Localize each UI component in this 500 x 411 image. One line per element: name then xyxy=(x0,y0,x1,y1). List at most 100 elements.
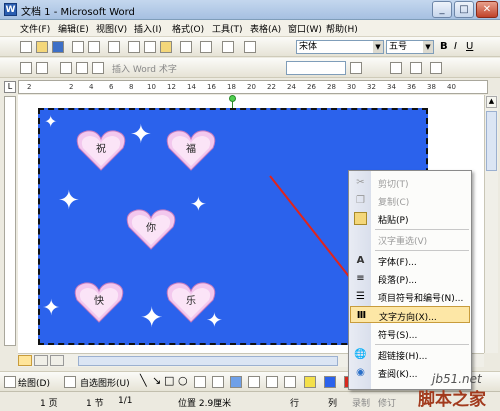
italic-button[interactable]: I xyxy=(454,41,457,52)
menu-help[interactable]: 帮助(H) xyxy=(326,22,358,35)
menu-table[interactable]: 表格(A) xyxy=(250,22,281,35)
paste-icon[interactable] xyxy=(160,41,172,53)
menu-item-symbol[interactable]: 符号(S)... xyxy=(350,325,470,342)
toolbar-icon[interactable] xyxy=(390,62,402,74)
line-color-icon[interactable] xyxy=(324,376,336,388)
sparkle-star-icon[interactable]: ✦ xyxy=(130,122,152,148)
menu-item-font[interactable]: A 字体(F)... xyxy=(350,252,470,269)
menu-item-paste[interactable]: 粘贴(P) xyxy=(350,210,470,227)
sparkle-star-icon[interactable]: ✦ xyxy=(58,188,80,214)
menu-item-paragraph[interactable]: ≡ 段落(P)... xyxy=(350,270,470,287)
menu-edit[interactable]: 编辑(E) xyxy=(58,22,89,35)
wordart-icon[interactable] xyxy=(230,376,242,388)
toolbar-icon[interactable] xyxy=(36,62,48,74)
vertical-textbox-icon[interactable] xyxy=(212,376,224,388)
oval-icon[interactable]: ○ xyxy=(178,374,188,387)
status-revisions[interactable]: 修订 xyxy=(378,396,396,409)
menu-tools[interactable]: 工具(T) xyxy=(212,22,243,35)
bold-button[interactable]: B xyxy=(440,41,448,52)
menu-item-bullets[interactable]: ☰ 项目符号和编号(N)... xyxy=(350,288,470,305)
menu-format[interactable]: 格式(O) xyxy=(172,22,204,35)
fill-color-icon[interactable] xyxy=(304,376,316,388)
diagram-icon[interactable] xyxy=(248,376,260,388)
menu-window[interactable]: 窗口(W) xyxy=(288,22,322,35)
menu-item-label: 文字方向(X)... xyxy=(379,313,437,323)
format-painter-icon[interactable] xyxy=(180,41,192,53)
draw-menu-button[interactable]: 绘图(D) xyxy=(18,376,50,389)
toolbar-icon[interactable] xyxy=(20,62,32,74)
toolbar-icon[interactable] xyxy=(92,62,104,74)
spelling-icon[interactable] xyxy=(108,41,120,53)
menu-insert[interactable]: 插入(I) xyxy=(134,22,162,35)
menu-item-text-direction[interactable]: Ⅲ 文字方向(X)... xyxy=(350,306,470,323)
tab-selector[interactable]: L xyxy=(4,81,16,93)
paragraph-icon: ≡ xyxy=(356,273,365,284)
redo-icon[interactable] xyxy=(222,41,234,53)
toolbar-icon[interactable] xyxy=(410,62,422,74)
heart-shape[interactable]: 快 xyxy=(73,280,125,324)
clipart-icon[interactable] xyxy=(266,376,278,388)
toolbar-icon[interactable] xyxy=(350,62,362,74)
rotation-handle[interactable] xyxy=(229,95,236,102)
new-icon[interactable] xyxy=(20,41,32,53)
font-select[interactable]: 宋体 ▼ xyxy=(296,40,384,54)
normal-view-icon[interactable] xyxy=(18,355,32,366)
menu-item-copy[interactable]: ❐ 复制(C) xyxy=(350,192,470,209)
picture-icon[interactable] xyxy=(284,376,296,388)
insert-wordart-button[interactable]: 插入 Word 术字 xyxy=(112,62,177,75)
menu-item-hyperlink[interactable]: 🌐 超链接(H)... xyxy=(350,346,470,363)
heart-shape[interactable]: 福 xyxy=(165,128,217,172)
sparkle-star-icon[interactable]: ✦ xyxy=(206,310,223,330)
menu-item-cut[interactable]: ✂ 剪切(T) xyxy=(350,174,470,191)
sparkle-star-icon[interactable]: ✦ xyxy=(190,194,207,214)
print-view-icon[interactable] xyxy=(50,355,64,366)
select-icon[interactable] xyxy=(64,376,76,388)
ruler-tick: 2 xyxy=(69,83,74,91)
sparkle-star-icon[interactable]: ✦ xyxy=(42,298,60,320)
sparkle-star-icon[interactable]: ✦ xyxy=(44,114,57,130)
close-button[interactable]: ✕ xyxy=(476,1,498,18)
ruler-tick: 38 xyxy=(427,83,436,91)
web-view-icon[interactable] xyxy=(34,355,48,366)
save-icon[interactable] xyxy=(52,41,64,53)
copy-icon[interactable] xyxy=(144,41,156,53)
word-app-icon[interactable]: W xyxy=(4,3,17,16)
status-line: 行 xyxy=(290,399,300,409)
cut-icon[interactable] xyxy=(128,41,140,53)
heart-label: 你 xyxy=(146,223,156,234)
textbox-icon[interactable] xyxy=(194,376,206,388)
size-select[interactable]: 五号 ▼ xyxy=(386,40,434,54)
scroll-up-icon[interactable]: ▲ xyxy=(486,96,497,108)
menu-view[interactable]: 视图(V) xyxy=(96,22,127,35)
open-icon[interactable] xyxy=(36,41,48,53)
toolbar-icon[interactable] xyxy=(60,62,72,74)
toolbar-icon[interactable] xyxy=(76,62,88,74)
preview-icon[interactable] xyxy=(88,41,100,53)
status-record[interactable]: 录制 xyxy=(352,396,370,409)
rectangle-icon[interactable]: □ xyxy=(164,374,174,387)
menu-item-reconvert[interactable]: 汉字重选(V) xyxy=(350,231,470,248)
maximize-button[interactable]: □ xyxy=(454,1,474,18)
underline-button[interactable]: U xyxy=(466,41,473,52)
page-number-field[interactable] xyxy=(286,61,346,75)
menu-item-label: 复制(C) xyxy=(378,198,410,208)
undo-icon[interactable] xyxy=(200,41,212,53)
sparkle-star-icon[interactable]: ✦ xyxy=(140,304,163,332)
toolbar-icon[interactable] xyxy=(430,62,442,74)
chevron-down-icon[interactable]: ▼ xyxy=(423,41,433,53)
scroll-thumb[interactable] xyxy=(78,356,338,366)
vertical-scrollbar[interactable]: ▲ xyxy=(484,95,498,353)
chevron-down-icon[interactable]: ▼ xyxy=(373,41,383,53)
menu-file[interactable]: 文件(F) xyxy=(20,22,50,35)
autoshapes-button[interactable]: 自选图形(U) xyxy=(80,376,130,389)
heart-shape[interactable]: 你 xyxy=(125,207,177,251)
heart-shape[interactable]: 祝 xyxy=(75,128,127,172)
scroll-thumb[interactable] xyxy=(486,111,497,171)
standard-toolbar: 宋体 ▼ 五号 ▼ B I U xyxy=(0,37,500,57)
arrow-icon[interactable]: ↘ xyxy=(152,374,161,387)
minimize-button[interactable]: _ xyxy=(432,1,452,18)
status-section: 1 节 xyxy=(86,399,104,409)
print-icon[interactable] xyxy=(72,41,84,53)
table-icon[interactable] xyxy=(244,41,256,53)
line-icon[interactable]: ╲ xyxy=(140,374,147,387)
